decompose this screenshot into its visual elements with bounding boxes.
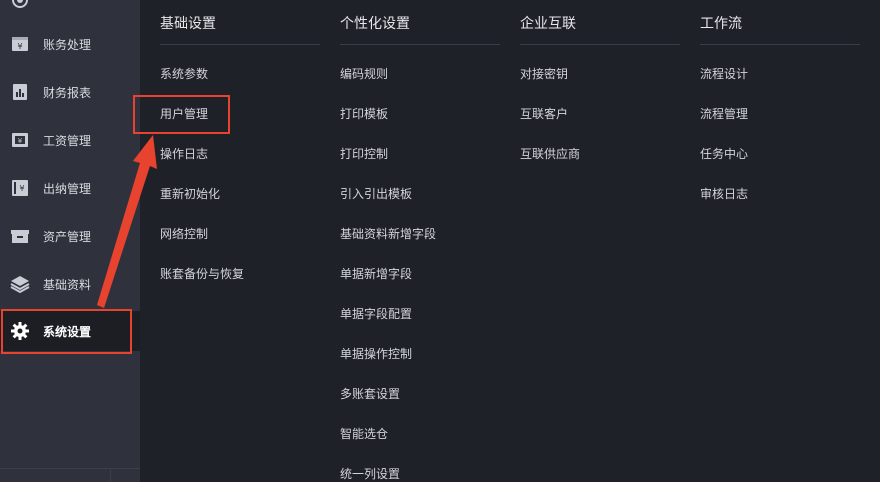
- menu-item-api-key[interactable]: 对接密钥: [520, 66, 568, 82]
- column-title: 个性化设置: [340, 16, 410, 32]
- sidebar-highlight-box: [1, 309, 132, 354]
- ledger-icon: ¥: [10, 34, 30, 54]
- column-divider: [700, 44, 860, 45]
- sidebar: ¥ 账务处理 财务报表 ¥ 工资管理 ¥ 出纳管理 资产管理 基础资料 系统设置: [0, 0, 140, 482]
- svg-text:¥: ¥: [17, 42, 22, 51]
- menu-item-basic-data-fields[interactable]: 基础资料新增字段: [340, 226, 436, 242]
- menu-item-print-template[interactable]: 打印模板: [340, 106, 388, 122]
- column-divider: [520, 44, 680, 45]
- sidebar-item-top-partial[interactable]: [0, 0, 140, 20]
- sidebar-item-label: 资产管理: [43, 229, 92, 244]
- menu-item-linked-suppliers[interactable]: 互联供应商: [520, 146, 580, 162]
- circle-icon: [10, 0, 30, 10]
- svg-text:¥: ¥: [19, 184, 24, 193]
- cashier-icon: ¥: [10, 178, 30, 198]
- menu-item-smart-warehouse[interactable]: 智能选仓: [340, 426, 388, 442]
- column-title: 企业互联: [520, 16, 576, 32]
- svg-text:¥: ¥: [18, 137, 23, 145]
- sidebar-item-basic-data[interactable]: 基础资料: [0, 264, 140, 304]
- menu-item-coding-rules[interactable]: 编码规则: [340, 66, 388, 82]
- menu-item-flow-management[interactable]: 流程管理: [700, 106, 748, 122]
- menu-item-flow-design[interactable]: 流程设计: [700, 66, 748, 82]
- layers-icon: [10, 274, 30, 294]
- menu-item-unified-columns[interactable]: 统一列设置: [340, 466, 400, 482]
- menu-item-task-center[interactable]: 任务中心: [700, 146, 748, 162]
- report-icon: [10, 82, 30, 102]
- sidebar-item-cashier[interactable]: ¥ 出纳管理: [0, 168, 140, 208]
- sidebar-item-ledger[interactable]: ¥ 账务处理: [0, 24, 140, 64]
- wage-icon: ¥: [10, 130, 30, 150]
- menu-item-reinitialize[interactable]: 重新初始化: [160, 186, 220, 202]
- menu-item-multi-account-settings[interactable]: 多账套设置: [340, 386, 400, 402]
- column-title: 基础设置: [160, 16, 216, 32]
- menu-item-linked-customers[interactable]: 互联客户: [520, 106, 568, 122]
- menu-item-import-export-template[interactable]: 引入引出模板: [340, 186, 412, 202]
- menu-item-document-field-config[interactable]: 单据字段配置: [340, 306, 412, 322]
- menu-item-system-params[interactable]: 系统参数: [160, 66, 208, 82]
- menu-item-operation-log[interactable]: 操作日志: [160, 146, 208, 162]
- menu-item-network-control[interactable]: 网络控制: [160, 226, 208, 242]
- sidebar-item-label: 基础资料: [43, 277, 92, 292]
- column-divider: [340, 44, 500, 45]
- sidebar-item-label: 工资管理: [43, 133, 92, 148]
- menu-item-document-operation-control[interactable]: 单据操作控制: [340, 346, 412, 362]
- column-title: 工作流: [700, 16, 742, 32]
- sidebar-item-report[interactable]: 财务报表: [0, 72, 140, 112]
- sidebar-bottom-separator: [110, 469, 111, 482]
- menu-item-print-control[interactable]: 打印控制: [340, 146, 388, 162]
- sidebar-item-label: 账务处理: [43, 37, 92, 52]
- sidebar-item-wage[interactable]: ¥ 工资管理: [0, 120, 140, 160]
- menu-item-audit-log[interactable]: 审核日志: [700, 186, 748, 202]
- sidebar-item-label: 出纳管理: [43, 181, 92, 196]
- menu-item-backup-restore[interactable]: 账套备份与恢复: [160, 266, 244, 282]
- system-settings-menu: 基础设置 系统参数 用户管理 操作日志 重新初始化 网络控制 账套备份与恢复 个…: [140, 0, 880, 482]
- asset-icon: [10, 226, 30, 246]
- column-divider: [160, 44, 320, 45]
- menu-item-document-fields[interactable]: 单据新增字段: [340, 266, 412, 282]
- sidebar-item-asset[interactable]: 资产管理: [0, 216, 140, 256]
- sidebar-item-label: 财务报表: [43, 85, 92, 100]
- sidebar-bottom-divider: [0, 468, 140, 469]
- user-management-highlight-box: [133, 95, 230, 134]
